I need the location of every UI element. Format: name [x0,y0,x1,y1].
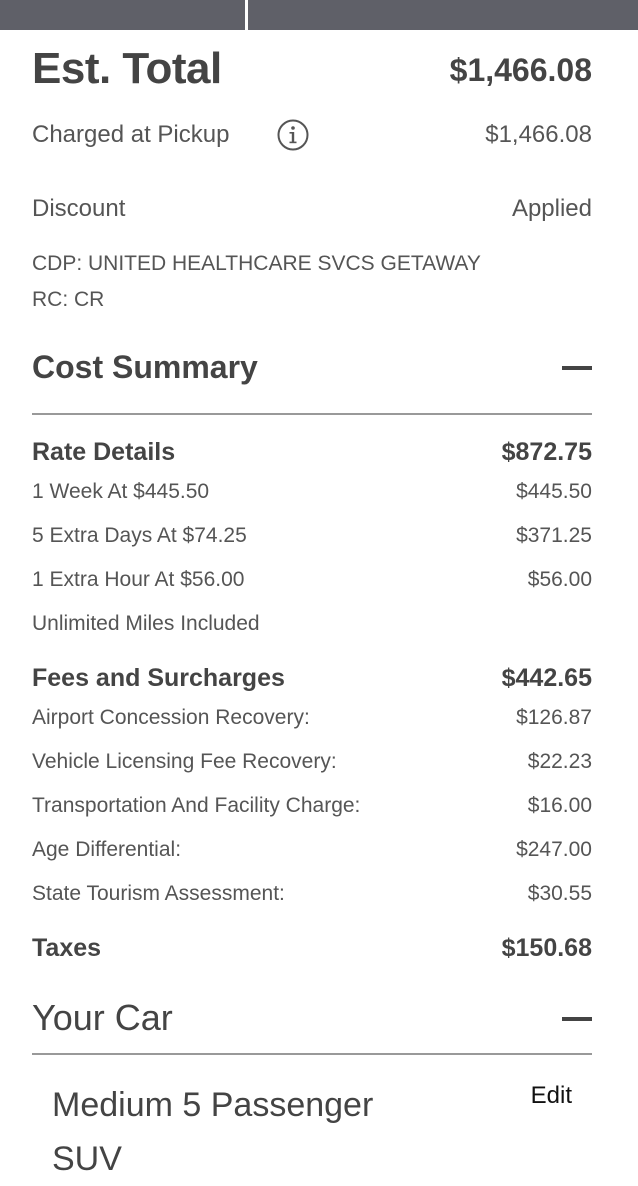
rate-line-label: 1 Week At $445.50 [32,480,210,503]
discount-label: Discount [32,195,126,222]
rate-line-label: 5 Extra Days At $74.25 [32,524,247,547]
cost-summary-title: Cost Summary [32,349,258,385]
fee-line-value: $22.23 [527,750,592,773]
rate-line-label: Unlimited Miles Included [32,612,260,635]
fee-line-label: Airport Concession Recovery: [32,706,310,729]
charged-at-pickup-label: Charged at Pickup [32,121,230,148]
fee-line-value: $247.00 [516,838,592,861]
rate-line-value: $445.50 [516,480,592,503]
edit-car-link[interactable]: Edit [531,1082,572,1110]
discount-rc-code: RC: CR [32,288,105,311]
charged-at-pickup-value: $1,466.08 [485,121,592,148]
taxes-value: $150.68 [501,934,592,962]
top-tab-bar [0,0,638,30]
info-icon[interactable] [277,119,309,151]
rate-line-value: $371.25 [516,524,592,547]
car-name: Medium 5 Passenger SUV [52,1086,374,1178]
fee-line-label: Vehicle Licensing Fee Recovery: [32,750,337,773]
fee-line-label: Age Differential: [32,838,182,861]
cost-summary-divider [32,413,592,415]
fee-line-label: Transportation And Facility Charge: [32,794,361,817]
your-car-divider [32,1053,592,1055]
fee-line-value: $16.00 [527,794,592,817]
rate-details-total: $872.75 [501,438,592,466]
est-total-label: Est. Total [32,44,222,93]
rate-line-value: $56.00 [527,568,592,591]
taxes-label: Taxes [32,934,102,962]
your-car-collapse-icon[interactable] [562,1017,592,1021]
rate-line-label: 1 Extra Hour At $56.00 [32,568,245,591]
discount-value: Applied [511,195,592,222]
tab-divider [245,0,248,30]
rate-details-label: Rate Details [32,438,176,466]
fee-line-label: State Tourism Assessment: [32,882,285,905]
fee-line-value: $30.55 [527,882,592,905]
fees-label: Fees and Surcharges [32,664,285,692]
est-total-value: $1,466.08 [449,52,592,88]
discount-cdp-code: CDP: UNITED HEALTHCARE SVCS GETAWAY [32,252,481,275]
your-car-title: Your Car [32,997,173,1038]
fee-line-value: $126.87 [516,706,592,729]
fees-total: $442.65 [501,664,592,692]
cost-summary-collapse-icon[interactable] [562,366,592,370]
